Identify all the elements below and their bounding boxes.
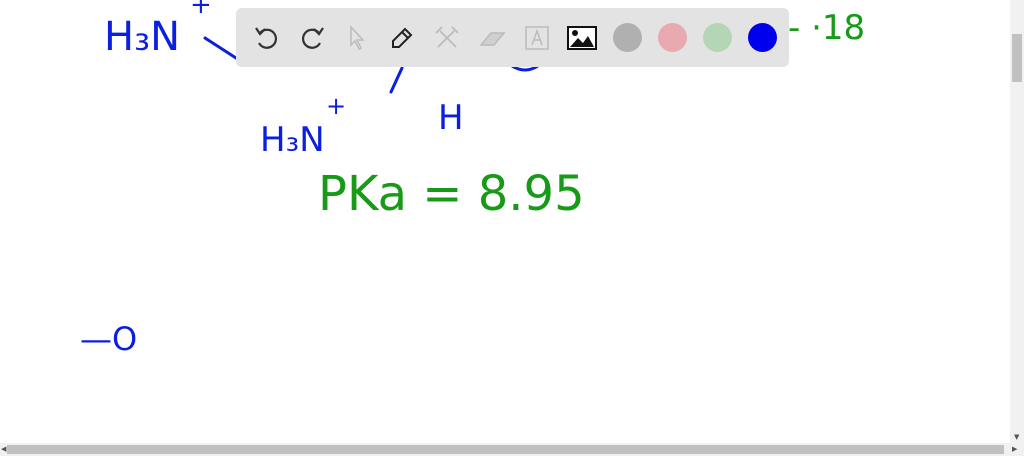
color-blue-button[interactable] — [743, 19, 781, 57]
handwriting-value-partial: - ·18 — [788, 8, 866, 48]
bond-stroke — [203, 36, 238, 60]
undo-button[interactable] — [248, 19, 286, 57]
image-button[interactable] — [563, 19, 601, 57]
handwriting-plus-bottom: + — [326, 92, 347, 120]
handwriting-pka: PKa = 8.95 — [318, 166, 585, 222]
color-gray-button[interactable] — [608, 19, 646, 57]
vertical-scrollbar[interactable]: ▼ — [1010, 0, 1024, 443]
color-swatch — [612, 23, 642, 52]
color-swatch — [657, 23, 687, 52]
redo-button[interactable] — [293, 19, 331, 57]
eraser-icon — [479, 31, 506, 46]
color-pink-button[interactable] — [653, 19, 691, 57]
redo-icon — [301, 26, 324, 49]
select-icon — [350, 24, 365, 50]
horizontal-scrollbar[interactable]: ◀ ▶ — [0, 443, 1024, 456]
pen-icon — [392, 27, 413, 48]
bond-stroke — [389, 66, 404, 94]
vertical-scroll-thumb[interactable] — [1012, 34, 1022, 82]
color-swatch-selected — [747, 23, 777, 52]
pen-tool-button[interactable] — [383, 19, 421, 57]
text-icon — [525, 25, 549, 50]
color-swatch — [702, 23, 732, 52]
undo-icon — [255, 26, 278, 49]
handwriting-minus-o: —O — [80, 320, 138, 358]
tools-button[interactable] — [428, 19, 466, 57]
scroll-down-arrow-icon[interactable]: ▼ — [1014, 433, 1019, 441]
eraser-button[interactable] — [473, 19, 511, 57]
horizontal-scroll-thumb[interactable] — [7, 445, 1004, 454]
handwriting-h3n-bottom: H₃N — [260, 120, 325, 160]
scroll-left-arrow-icon[interactable]: ◀ — [1, 445, 6, 453]
scroll-right-arrow-icon[interactable]: ▶ — [1012, 445, 1017, 453]
handwriting-h: H — [438, 98, 464, 138]
text-tool-button[interactable] — [518, 19, 556, 57]
color-green-button[interactable] — [698, 19, 736, 57]
select-tool-button[interactable] — [338, 19, 376, 57]
drawing-toolbar — [236, 8, 789, 67]
image-icon — [567, 25, 597, 50]
tools-icon — [435, 25, 459, 48]
